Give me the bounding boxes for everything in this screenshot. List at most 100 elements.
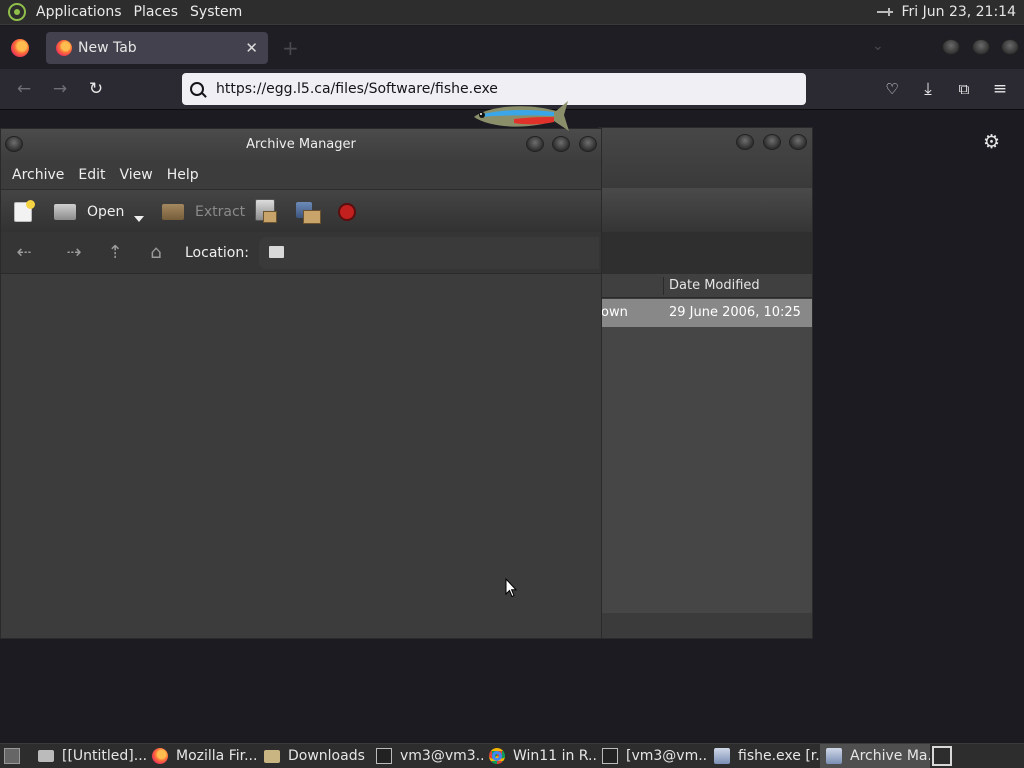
background-archive-window[interactable]: Date Modified own 29 June 2006, 10:25: [598, 127, 813, 639]
terminal-icon: [376, 748, 392, 764]
taskbar-item-fishe[interactable]: fishe.exe [r...: [708, 744, 820, 768]
taskbar-item-archive-manager[interactable]: Archive Ma...: [820, 744, 930, 768]
desktop-icon: [4, 748, 20, 764]
workspace-switcher[interactable]: [932, 746, 952, 766]
new-archive-button[interactable]: [14, 200, 35, 223]
taskbar-item-untitled[interactable]: [[Untitled]...: [32, 744, 146, 768]
browser-tab-strip: New Tab ✕ + ⌄: [0, 26, 1024, 69]
extensions-icon[interactable]: ⧉: [952, 79, 976, 99]
am-toolbar: Open Extract: [1, 189, 601, 232]
forward-arrow-icon[interactable]: →: [48, 79, 72, 99]
am-menubar: Archive Edit View Help: [1, 161, 601, 189]
show-desktop-button[interactable]: [0, 744, 32, 768]
location-field[interactable]: [259, 237, 599, 269]
add-folder-button[interactable]: [296, 199, 321, 224]
archive-icon: [714, 748, 730, 764]
stop-icon: [338, 203, 356, 221]
clock[interactable]: Fri Jun 23, 21:14: [901, 4, 1016, 20]
top-panel: Applications Places System Fri Jun 23, 2…: [0, 0, 1024, 25]
taskbar-label: [vm3@vm...: [626, 748, 708, 764]
forward-icon[interactable]: ⇢: [62, 242, 86, 263]
cell-date-modified: 29 June 2006, 10:25: [669, 305, 801, 320]
menu-applications[interactable]: Applications: [30, 4, 128, 20]
taskbar-label: Win11 in R...: [513, 748, 596, 764]
close-button[interactable]: [1001, 39, 1019, 55]
archive-manager-window[interactable]: Archive Manager Archive Edit View Help O…: [0, 128, 602, 639]
add-files-button[interactable]: [255, 199, 277, 223]
taskbar-item-win11[interactable]: Win11 in R...: [483, 744, 596, 768]
tab-new-tab[interactable]: New Tab ✕: [46, 32, 268, 64]
menu-edit[interactable]: Edit: [71, 167, 112, 183]
menu-archive[interactable]: Archive: [5, 167, 71, 183]
menu-system[interactable]: System: [184, 4, 248, 20]
folder-icon: [269, 246, 284, 258]
menu-help[interactable]: Help: [160, 167, 206, 183]
tab-close-icon[interactable]: ✕: [245, 39, 258, 57]
taskbar-item-terminal-1[interactable]: vm3@vm3...: [370, 744, 483, 768]
list-all-tabs-icon[interactable]: ⌄: [872, 38, 884, 54]
open-archive-icon: [54, 204, 76, 220]
column-date-modified[interactable]: Date Modified: [669, 278, 760, 293]
bg-statusbar: [599, 613, 812, 638]
new-archive-icon: [14, 200, 35, 222]
taskbar-label: fishe.exe [r...: [738, 748, 820, 764]
add-files-icon: [255, 199, 277, 223]
taskbar-label: [[Untitled]...: [62, 748, 146, 764]
url-text[interactable]: https://egg.l5.ca/files/Software/fishe.e…: [216, 81, 498, 97]
archive-icon: [826, 748, 842, 764]
bg-minimize-button[interactable]: [736, 134, 754, 150]
open-recent-dropdown[interactable]: [134, 208, 144, 230]
up-icon[interactable]: ⇡: [103, 242, 127, 263]
pocket-icon[interactable]: ♡: [880, 79, 904, 99]
network-icon[interactable]: [877, 7, 894, 17]
bg-close-button[interactable]: [789, 134, 807, 150]
taskbar-item-downloads[interactable]: Downloads: [258, 744, 370, 768]
mouse-cursor-icon: [505, 578, 517, 598]
firefox-view-icon[interactable]: [11, 38, 29, 57]
column-separator[interactable]: [663, 277, 664, 295]
bg-titlebar[interactable]: [599, 128, 812, 188]
cell-type: own: [601, 305, 628, 320]
taskbar-item-terminal-2[interactable]: [vm3@vm...: [596, 744, 708, 768]
gear-icon[interactable]: ⚙: [983, 131, 1000, 153]
search-icon: [190, 82, 204, 96]
app-menu-icon[interactable]: ≡: [988, 79, 1012, 99]
back-icon[interactable]: ⇠: [12, 242, 36, 263]
extract-button[interactable]: Extract: [162, 201, 245, 223]
am-maximize-button[interactable]: [552, 136, 570, 152]
chrome-icon: [489, 748, 505, 764]
minimize-button[interactable]: [942, 39, 960, 55]
bg-maximize-button[interactable]: [763, 134, 781, 150]
downloads-icon[interactable]: ⤓: [916, 79, 940, 99]
file-list-body[interactable]: [599, 327, 812, 613]
taskbar-label: Mozilla Fir...: [176, 748, 258, 764]
open-label: Open: [87, 204, 125, 220]
distro-logo-icon[interactable]: [8, 3, 26, 21]
fish-icon[interactable]: [470, 97, 570, 135]
add-folder-icon: [296, 202, 321, 224]
menu-view[interactable]: View: [113, 167, 160, 183]
am-minimize-button[interactable]: [526, 136, 544, 152]
window-title: Archive Manager: [246, 137, 356, 152]
am-close-button[interactable]: [579, 136, 597, 152]
home-icon[interactable]: ⌂: [144, 242, 168, 263]
stop-button[interactable]: [338, 201, 356, 223]
terminal-icon: [602, 748, 618, 764]
open-button[interactable]: Open: [54, 201, 124, 223]
taskbar-item-firefox[interactable]: Mozilla Fir...: [146, 744, 258, 768]
tab-title: New Tab: [78, 40, 137, 56]
reload-icon[interactable]: ↻: [84, 79, 108, 99]
taskbar-label: Archive Ma...: [850, 748, 930, 764]
menu-places[interactable]: Places: [128, 4, 185, 20]
top-menus: Applications Places System: [30, 0, 248, 24]
table-row[interactable]: own 29 June 2006, 10:25: [599, 299, 812, 327]
bg-toolbar: [599, 188, 812, 232]
panel-tray: Fri Jun 23, 21:14: [877, 4, 1024, 20]
window-menu-button[interactable]: [5, 136, 23, 152]
bg-location-bar: [599, 232, 812, 274]
back-arrow-icon[interactable]: ←: [12, 79, 36, 99]
new-tab-button[interactable]: +: [282, 36, 299, 60]
files-icon: [38, 750, 54, 762]
taskbar-label: Downloads: [288, 748, 365, 764]
maximize-button[interactable]: [972, 39, 990, 55]
